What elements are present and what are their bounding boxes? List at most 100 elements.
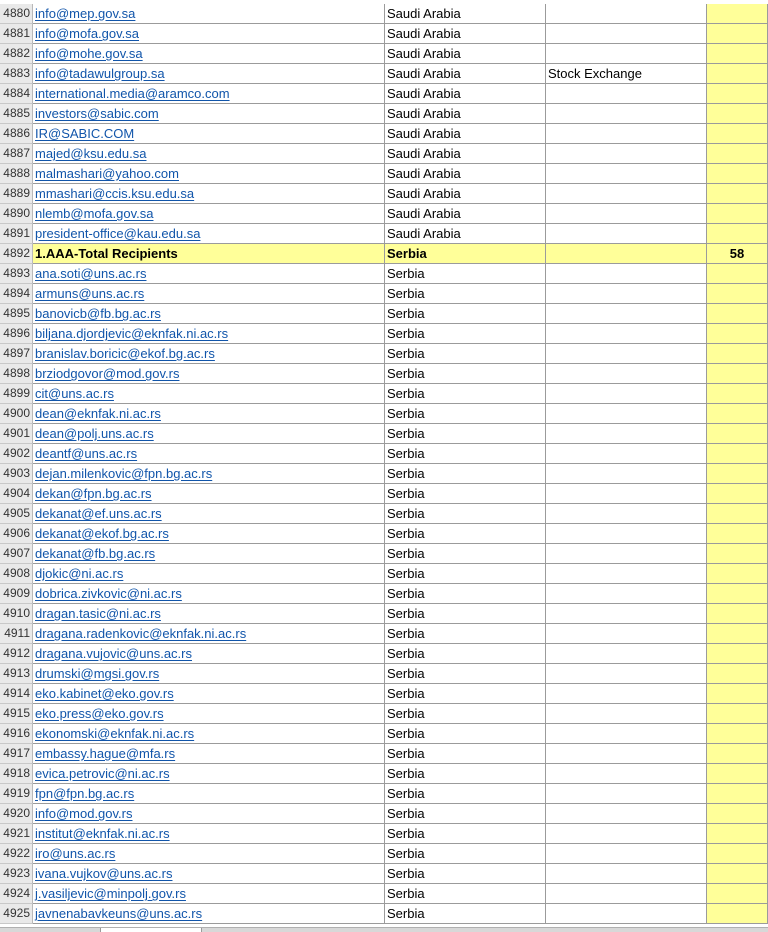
email-cell[interactable]: banovicb@fb.bg.ac.rs — [33, 304, 385, 324]
email-cell[interactable]: dragana.radenkovic@eknfak.ni.ac.rs — [33, 624, 385, 644]
count-cell[interactable] — [707, 164, 768, 184]
country-cell[interactable]: Serbia — [385, 344, 546, 364]
organization-cell[interactable] — [546, 344, 707, 364]
organization-cell[interactable] — [546, 804, 707, 824]
row-header[interactable]: 4904 — [0, 484, 33, 504]
email-link[interactable]: deantf@uns.ac.rs — [35, 446, 137, 461]
email-link[interactable]: IR@SABIC.COM — [35, 126, 134, 141]
email-cell[interactable]: djokic@ni.ac.rs — [33, 564, 385, 584]
email-link[interactable]: ana.soti@uns.ac.rs — [35, 266, 146, 281]
email-link[interactable]: embassy.hague@mfa.rs — [35, 746, 175, 761]
country-cell[interactable]: Serbia — [385, 724, 546, 744]
country-cell[interactable]: Serbia — [385, 424, 546, 444]
row-header[interactable]: 4909 — [0, 584, 33, 604]
row-header[interactable]: 4917 — [0, 744, 33, 764]
organization-cell[interactable] — [546, 4, 707, 24]
count-cell[interactable] — [707, 404, 768, 424]
organization-cell[interactable] — [546, 44, 707, 64]
count-cell[interactable] — [707, 784, 768, 804]
count-cell[interactable] — [707, 304, 768, 324]
country-cell[interactable]: Serbia — [385, 284, 546, 304]
email-cell[interactable]: 1.AAA-Total Recipients — [33, 244, 385, 264]
count-cell[interactable] — [707, 444, 768, 464]
email-cell[interactable]: eko.press@eko.gov.rs — [33, 704, 385, 724]
row-header[interactable]: 4908 — [0, 564, 33, 584]
country-cell[interactable]: Serbia — [385, 384, 546, 404]
email-link[interactable]: dragana.vujovic@uns.ac.rs — [35, 646, 192, 661]
count-cell[interactable] — [707, 704, 768, 724]
count-cell[interactable] — [707, 464, 768, 484]
row-header[interactable]: 4894 — [0, 284, 33, 304]
email-link[interactable]: eko.press@eko.gov.rs — [35, 706, 164, 721]
email-cell[interactable]: fpn@fpn.bg.ac.rs — [33, 784, 385, 804]
row-header[interactable]: 4891 — [0, 224, 33, 244]
organization-cell[interactable] — [546, 824, 707, 844]
email-cell[interactable]: drumski@mgsi.gov.rs — [33, 664, 385, 684]
email-link[interactable]: biljana.djordjevic@eknfak.ni.ac.rs — [35, 326, 228, 341]
row-header[interactable]: 4925 — [0, 904, 33, 924]
count-cell[interactable] — [707, 824, 768, 844]
organization-cell[interactable] — [546, 424, 707, 444]
email-link[interactable]: ekonomski@eknfak.ni.ac.rs — [35, 726, 194, 741]
organization-cell[interactable] — [546, 24, 707, 44]
country-cell[interactable]: Serbia — [385, 684, 546, 704]
organization-cell[interactable] — [546, 564, 707, 584]
email-cell[interactable]: ana.soti@uns.ac.rs — [33, 264, 385, 284]
email-cell[interactable]: dragana.vujovic@uns.ac.rs — [33, 644, 385, 664]
country-cell[interactable]: Serbia — [385, 904, 546, 924]
country-cell[interactable]: Serbia — [385, 244, 546, 264]
email-link[interactable]: banovicb@fb.bg.ac.rs — [35, 306, 161, 321]
email-cell[interactable]: international.media@aramco.com — [33, 84, 385, 104]
organization-cell[interactable] — [546, 284, 707, 304]
email-link[interactable]: info@mod.gov.rs — [35, 806, 133, 821]
country-cell[interactable]: Serbia — [385, 744, 546, 764]
count-cell[interactable] — [707, 104, 768, 124]
email-link[interactable]: branislav.boricic@ekof.bg.ac.rs — [35, 346, 215, 361]
email-cell[interactable]: dekan@fpn.bg.ac.rs — [33, 484, 385, 504]
email-link[interactable]: fpn@fpn.bg.ac.rs — [35, 786, 134, 801]
organization-cell[interactable]: Stock Exchange — [546, 64, 707, 84]
row-header[interactable]: 4901 — [0, 424, 33, 444]
country-cell[interactable]: Serbia — [385, 444, 546, 464]
email-cell[interactable]: j.vasiljevic@minpolj.gov.rs — [33, 884, 385, 904]
organization-cell[interactable] — [546, 104, 707, 124]
email-cell[interactable]: ekonomski@eknfak.ni.ac.rs — [33, 724, 385, 744]
country-cell[interactable]: Serbia — [385, 844, 546, 864]
row-header[interactable]: 4920 — [0, 804, 33, 824]
organization-cell[interactable] — [546, 624, 707, 644]
row-header[interactable]: 4884 — [0, 84, 33, 104]
email-cell[interactable]: dekanat@fb.bg.ac.rs — [33, 544, 385, 564]
row-header[interactable]: 4885 — [0, 104, 33, 124]
row-header[interactable]: 4907 — [0, 544, 33, 564]
row-header[interactable]: 4921 — [0, 824, 33, 844]
email-link[interactable]: dekan@fpn.bg.ac.rs — [35, 486, 152, 501]
row-header[interactable]: 4915 — [0, 704, 33, 724]
organization-cell[interactable] — [546, 304, 707, 324]
row-header[interactable]: 4888 — [0, 164, 33, 184]
email-link[interactable]: info@mep.gov.sa — [35, 6, 135, 21]
count-cell[interactable] — [707, 744, 768, 764]
email-link[interactable]: investors@sabic.com — [35, 106, 159, 121]
count-cell[interactable] — [707, 544, 768, 564]
organization-cell[interactable] — [546, 884, 707, 904]
count-cell[interactable] — [707, 684, 768, 704]
row-header[interactable]: 4893 — [0, 264, 33, 284]
country-cell[interactable]: Serbia — [385, 604, 546, 624]
count-cell[interactable] — [707, 904, 768, 924]
row-header[interactable]: 4881 — [0, 24, 33, 44]
email-cell[interactable]: embassy.hague@mfa.rs — [33, 744, 385, 764]
email-cell[interactable]: iro@uns.ac.rs — [33, 844, 385, 864]
country-cell[interactable]: Serbia — [385, 864, 546, 884]
row-header[interactable]: 4914 — [0, 684, 33, 704]
count-cell[interactable] — [707, 884, 768, 904]
email-cell[interactable]: nlemb@mofa.gov.sa — [33, 204, 385, 224]
email-cell[interactable]: evica.petrovic@ni.ac.rs — [33, 764, 385, 784]
country-cell[interactable]: Serbia — [385, 324, 546, 344]
country-cell[interactable]: Serbia — [385, 824, 546, 844]
organization-cell[interactable] — [546, 684, 707, 704]
row-header[interactable]: 4905 — [0, 504, 33, 524]
row-header[interactable]: 4890 — [0, 204, 33, 224]
country-cell[interactable]: Serbia — [385, 784, 546, 804]
organization-cell[interactable] — [546, 364, 707, 384]
country-cell[interactable]: Saudi Arabia — [385, 84, 546, 104]
